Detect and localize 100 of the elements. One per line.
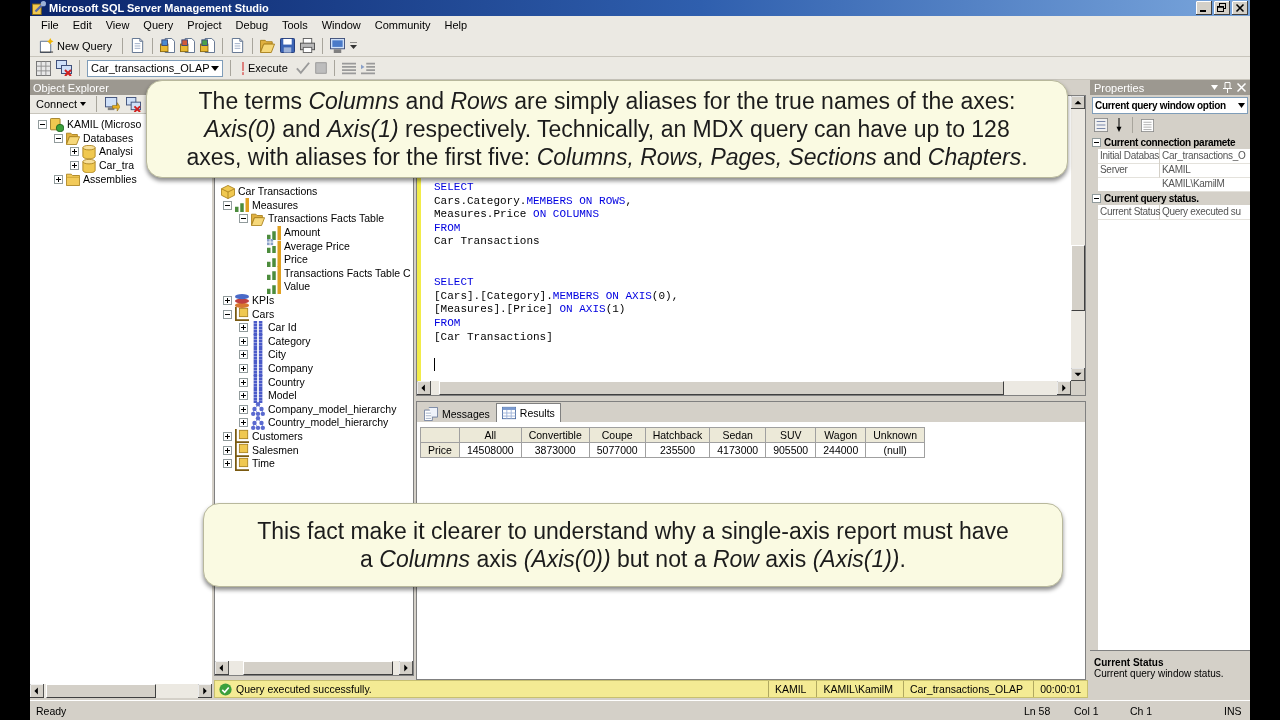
- expand-toggle[interactable]: [38, 120, 47, 130]
- expand-toggle[interactable]: [239, 214, 248, 224]
- close-icon[interactable]: [1232, 1, 1248, 15]
- pin-icon[interactable]: [1223, 82, 1232, 93]
- menu-item[interactable]: Edit: [65, 16, 99, 35]
- expand-toggle[interactable]: [54, 174, 63, 184]
- save-icon[interactable]: [280, 38, 296, 53]
- monitor-arrow-icon[interactable]: [105, 96, 120, 112]
- database-dropdown[interactable]: Car_transactions_OLAP: [87, 59, 223, 77]
- scroll-right-icon[interactable]: [399, 661, 413, 675]
- tree-item[interactable]: Analysi: [99, 145, 133, 159]
- connect-button[interactable]: Connect: [34, 94, 88, 114]
- vertical-scrollbar[interactable]: [1071, 96, 1085, 381]
- horizontal-scrollbar[interactable]: [30, 684, 212, 698]
- expand-toggle[interactable]: [239, 323, 248, 333]
- expand-toggle[interactable]: [239, 336, 248, 346]
- scroll-thumb[interactable]: [243, 661, 393, 675]
- down-arrow-icon[interactable]: [1114, 118, 1124, 132]
- cube-document-icon[interactable]: [200, 38, 216, 53]
- tree-item[interactable]: Country_model_hierarchy: [268, 416, 389, 430]
- tree-item[interactable]: Measures: [252, 198, 299, 212]
- tree-item[interactable]: Amount: [284, 226, 321, 240]
- monitor-cross-icon[interactable]: [56, 60, 72, 76]
- expand-toggle[interactable]: [239, 391, 248, 401]
- tree-item[interactable]: Time: [252, 457, 275, 471]
- monitor-cross-icon[interactable]: [126, 96, 141, 112]
- expand-toggle[interactable]: [1092, 193, 1101, 203]
- menu-item[interactable]: Community: [367, 16, 438, 35]
- expand-toggle[interactable]: [223, 200, 232, 210]
- minimize-icon[interactable]: [1196, 1, 1212, 15]
- menu-item[interactable]: View: [98, 16, 137, 35]
- results-tab[interactable]: Results: [495, 403, 561, 422]
- cube-document-icon[interactable]: [160, 38, 176, 53]
- expand-toggle[interactable]: [239, 404, 248, 414]
- tree-item[interactable]: Price: [284, 253, 308, 267]
- expand-toggle[interactable]: [223, 296, 232, 306]
- expand-toggle[interactable]: [70, 161, 79, 171]
- tree-item[interactable]: Salesmen: [252, 443, 299, 457]
- tree-item[interactable]: Company_model_hierarchy: [268, 402, 397, 416]
- expand-toggle[interactable]: [239, 350, 248, 360]
- expand-toggle[interactable]: [1092, 137, 1101, 147]
- scroll-left-icon[interactable]: [215, 661, 229, 675]
- menu-item[interactable]: File: [34, 16, 66, 35]
- cube-document-icon[interactable]: [180, 38, 196, 53]
- tree-item[interactable]: Category: [268, 334, 311, 348]
- overflow-arrow-icon[interactable]: [350, 42, 358, 49]
- checkmark-icon[interactable]: [295, 61, 310, 75]
- menu-item[interactable]: Window: [314, 16, 368, 35]
- scroll-up-icon[interactable]: [1071, 96, 1085, 109]
- expand-toggle[interactable]: [223, 432, 232, 441]
- document-icon[interactable]: [130, 38, 146, 53]
- tree-item[interactable]: Assemblies: [83, 172, 137, 186]
- expand-toggle[interactable]: [239, 377, 248, 387]
- section-header[interactable]: Current query status.: [1090, 191, 1250, 205]
- tree-item[interactable]: KAMIL (Microso: [67, 118, 142, 132]
- menu-item[interactable]: Query: [136, 16, 181, 35]
- menu-item[interactable]: Tools: [275, 16, 315, 35]
- scroll-left-icon[interactable]: [417, 381, 431, 395]
- expand-toggle[interactable]: [54, 133, 63, 143]
- menu-item[interactable]: Help: [437, 16, 475, 35]
- tree-item[interactable]: Average Price: [284, 239, 350, 253]
- new-query-button[interactable]: New Query: [36, 35, 116, 56]
- scroll-thumb[interactable]: [46, 684, 156, 698]
- restore-icon[interactable]: [1214, 1, 1230, 15]
- tree-item[interactable]: Company: [268, 362, 313, 375]
- tree-item[interactable]: Value: [284, 280, 311, 294]
- tree-item[interactable]: Car Transactions: [238, 185, 318, 199]
- expand-toggle[interactable]: [223, 445, 232, 455]
- object-dropdown[interactable]: Current query window option: [1092, 97, 1248, 114]
- printer-icon[interactable]: [300, 38, 316, 53]
- tree-item[interactable]: Transactions Facts Table C: [284, 266, 411, 280]
- list-box-icon[interactable]: [1094, 118, 1108, 132]
- tree-item[interactable]: City: [268, 348, 287, 362]
- monitor-icon[interactable]: [330, 38, 346, 53]
- tree-item[interactable]: KPIs: [252, 294, 275, 308]
- menu-item[interactable]: Project: [180, 16, 229, 35]
- menu-item[interactable]: Debug: [228, 16, 275, 35]
- scroll-right-icon[interactable]: [198, 684, 212, 698]
- caret-icon[interactable]: [1211, 85, 1218, 90]
- tree-item[interactable]: Cars: [252, 307, 275, 321]
- scroll-left-icon[interactable]: [30, 684, 44, 698]
- scroll-down-icon[interactable]: [1071, 368, 1085, 381]
- tree-item[interactable]: Databases: [83, 131, 134, 145]
- tree-item[interactable]: Car Id: [268, 321, 297, 335]
- tree-item[interactable]: Transactions Facts Table: [268, 212, 385, 226]
- page-lines-icon[interactable]: [1141, 118, 1154, 132]
- expand-toggle[interactable]: [223, 459, 232, 469]
- expand-toggle[interactable]: [223, 309, 232, 319]
- tree-item[interactable]: Car_tra: [99, 159, 134, 173]
- expand-toggle[interactable]: [70, 147, 79, 157]
- tree-item[interactable]: Model: [268, 389, 297, 403]
- tree-item[interactable]: Country: [268, 375, 305, 389]
- expand-toggle[interactable]: [239, 364, 248, 373]
- expand-toggle[interactable]: [239, 418, 248, 428]
- document-icon[interactable]: [230, 38, 246, 53]
- section-header[interactable]: Current connection paramete: [1090, 135, 1250, 149]
- tree-item[interactable]: Customers: [252, 430, 303, 443]
- execute-button[interactable]: Execute: [238, 58, 291, 78]
- grid-icon[interactable]: [36, 60, 51, 76]
- horizontal-scrollbar[interactable]: [215, 661, 413, 675]
